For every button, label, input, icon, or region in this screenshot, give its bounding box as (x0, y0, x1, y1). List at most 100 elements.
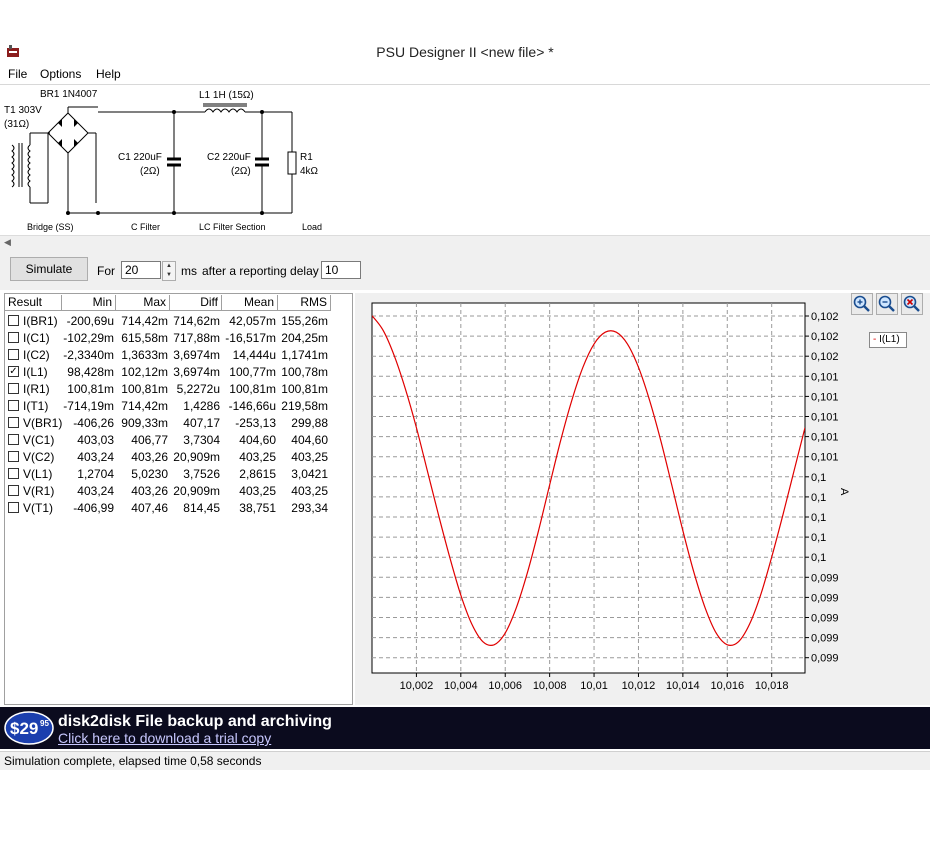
row-checkbox[interactable] (8, 468, 19, 479)
row-checkbox[interactable] (8, 332, 19, 343)
y-tick-label: 0,101 (811, 371, 839, 383)
simulate-button[interactable]: Simulate (10, 257, 88, 281)
col-mean[interactable]: Mean (222, 295, 278, 311)
y-tick-label: 0,099 (811, 653, 839, 665)
col-rms[interactable]: RMS (278, 295, 331, 311)
table-row[interactable]: V(C2) 403,24 403,26 20,909m 403,25 403,25 (6, 449, 351, 466)
col-min[interactable]: Min (62, 295, 116, 311)
col-result[interactable]: Result (5, 295, 62, 311)
y-tick-label: 0,102 (811, 311, 839, 323)
banner-title[interactable]: disk2disk File backup and archiving (58, 713, 332, 731)
col-diff[interactable]: Diff (170, 295, 222, 311)
zoom-out-button[interactable] (876, 293, 898, 315)
row-checkbox[interactable]: ✓ (8, 366, 19, 377)
menu-options[interactable]: Options (40, 67, 81, 81)
duration-spinner[interactable]: ▲ ▼ (162, 261, 176, 281)
cell-mean: 100,77m (229, 365, 276, 379)
bridge-part-label: BR1 1N4007 (40, 89, 98, 100)
table-row[interactable]: V(BR1) -406,26 909,33m 407,17 -253,13 299,88 (6, 415, 351, 432)
cell-min: -200,69u (66, 314, 114, 328)
duration-input[interactable] (121, 261, 161, 279)
cell-min: 1,2704 (77, 467, 114, 481)
banner-download-link[interactable]: Click here to download a trial copy (58, 730, 271, 746)
cell-mean: 2,8615 (239, 467, 276, 481)
y-tick-label: 0,099 (811, 592, 839, 604)
row-checkbox[interactable] (8, 485, 19, 496)
row-checkbox[interactable] (8, 434, 19, 445)
y-tick-label: 0,1 (811, 512, 826, 524)
x-tick-label: 10,008 (533, 680, 567, 692)
table-row[interactable]: I(C1) -102,29m 615,58m 717,88m -16,517m 204,2… (6, 330, 351, 347)
row-checkbox[interactable] (8, 383, 19, 394)
table-row[interactable]: V(C1) 403,03 406,77 3,7304 404,60 404,60 (6, 432, 351, 449)
cell-min: -2,3340m (63, 348, 114, 362)
table-row[interactable]: V(L1) 1,2704 5,0230 3,7526 2,8615 3,0421 (6, 466, 351, 483)
cell-min: 98,428m (67, 365, 114, 379)
chart-legend[interactable]: - I(L1) (869, 332, 907, 348)
row-checkbox[interactable] (8, 417, 19, 428)
row-name: V(T1) (23, 501, 53, 515)
row-name: I(C2) (23, 348, 50, 362)
y-tick-label: 0,1 (811, 472, 826, 484)
window-title: PSU Designer II <new file> * (376, 44, 554, 60)
cell-rms: 403,25 (291, 450, 328, 464)
table-row[interactable]: I(T1) -714,19m 714,42m 1,4286 -146,66u 219,58… (6, 398, 351, 415)
table-row[interactable]: I(C2) -2,3340m 1,3633m 3,6974m 14,444u 1,1741… (6, 347, 351, 364)
schematic-scrollbar[interactable] (0, 235, 930, 251)
table-row[interactable]: V(R1) 403,24 403,26 20,909m 403,25 403,25 (6, 483, 351, 500)
r1-value: 4kΩ (300, 166, 319, 177)
cell-min: 403,03 (77, 433, 114, 447)
price-cents: 95 (40, 719, 49, 728)
table-row[interactable]: I(R1) 100,81m 100,81m 5,2272u 100,81m 100,81m (6, 381, 351, 398)
section-lc-filter: LC Filter Section (199, 222, 266, 232)
row-checkbox[interactable] (8, 502, 19, 513)
zoom-in-icon (853, 295, 870, 312)
cell-max: 615,58m (121, 331, 168, 345)
menu-file[interactable]: File (8, 67, 27, 81)
status-text: Simulation complete, elapsed time 0,58 s… (4, 754, 262, 768)
y-tick-label: 0,101 (811, 391, 839, 403)
row-checkbox[interactable] (8, 315, 19, 326)
zoom-in-button[interactable] (851, 293, 873, 315)
menu-help[interactable]: Help (96, 67, 121, 81)
y-tick-label: 0,099 (811, 613, 839, 625)
cell-rms: 3,0421 (291, 467, 328, 481)
c2-esr: (2Ω) (231, 166, 251, 177)
spinner-up-icon[interactable]: ▲ (163, 262, 175, 271)
schematic-canvas[interactable]: BR1 1N4007 T1 303V (31Ω) L1 1H (15Ω) C1 … (0, 85, 930, 235)
scroll-left-icon[interactable]: ◀ (4, 237, 11, 248)
cell-max: 714,42m (121, 399, 168, 413)
y-tick-label: 0,1 (811, 492, 826, 504)
section-bridge: Bridge (SS) (27, 222, 74, 232)
row-name: V(R1) (23, 484, 55, 498)
transformer-resistance: (31Ω) (4, 119, 29, 130)
row-checkbox[interactable] (8, 349, 19, 360)
cell-min: 403,24 (77, 484, 114, 498)
row-checkbox[interactable] (8, 451, 19, 462)
cell-rms: 155,26m (281, 314, 328, 328)
table-row[interactable]: V(T1) -406,99 407,46 814,45 38,751 293,34 (6, 500, 351, 517)
menu-bar (0, 64, 930, 84)
zoom-reset-button[interactable] (901, 293, 923, 315)
c2-label: C2 220uF (207, 152, 251, 163)
cell-rms: 403,25 (291, 484, 328, 498)
cell-max: 1,3633m (121, 348, 168, 362)
cell-max: 403,26 (131, 484, 168, 498)
table-row[interactable]: ✓ I(L1) 98,428m 102,12m 3,6974m 100,77m 100,78… (6, 364, 351, 381)
row-checkbox[interactable] (8, 400, 19, 411)
table-row[interactable]: I(BR1) -200,69u 714,42m 714,62m 42,057m 155,2… (6, 313, 351, 330)
y-tick-label: 0,102 (811, 331, 839, 343)
x-tick-label: 10,006 (488, 680, 522, 692)
delay-input[interactable] (321, 261, 361, 279)
col-max[interactable]: Max (116, 295, 170, 311)
y-axis-label: A (838, 488, 850, 496)
x-tick-label: 10,014 (666, 680, 700, 692)
cell-mean: 404,60 (239, 433, 276, 447)
zoom-reset-icon (903, 295, 920, 312)
cell-min: 100,81m (67, 382, 114, 396)
price-badge-icon[interactable]: $29 95 (4, 711, 54, 745)
cell-diff: 3,6974m (173, 348, 220, 362)
spinner-down-icon[interactable]: ▼ (163, 271, 175, 280)
waveform-chart[interactable]: 10,002 10,004 10,006 10,008 10,01 10,012 10,01… (355, 293, 930, 705)
row-name: V(C2) (23, 450, 55, 464)
